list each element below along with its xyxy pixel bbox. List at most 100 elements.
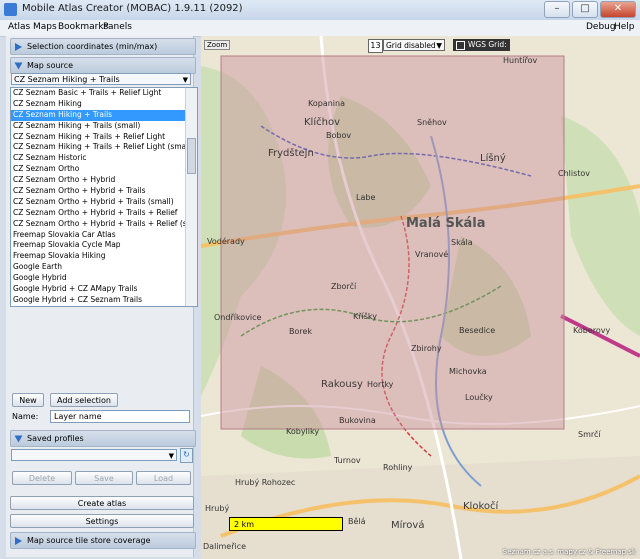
- minimize-button[interactable]: –: [544, 1, 570, 18]
- map-label: Rohliny: [383, 463, 413, 472]
- map-label: Michovka: [449, 367, 487, 376]
- layer-name-input[interactable]: Layer name: [50, 410, 190, 423]
- refresh-icon[interactable]: ↻: [180, 448, 193, 463]
- map-label: Bobov: [326, 131, 352, 140]
- map-label: Koberovy: [573, 326, 611, 335]
- zoom-label[interactable]: Zoom: [204, 40, 231, 50]
- map-source-list[interactable]: CZ Seznam Basic + Trails + Relief Light C…: [10, 87, 198, 307]
- map-label: Rakousy: [321, 379, 363, 390]
- save-profile-button[interactable]: Save: [75, 471, 133, 485]
- map-view[interactable]: Malá Skála Frydštejn Klíčhov Kopanina Bo…: [201, 36, 640, 559]
- chevron-down-icon: ▼: [436, 41, 442, 50]
- map-label: Ondříkovice: [214, 313, 262, 322]
- map-label: Turnov: [334, 456, 361, 465]
- map-source-option[interactable]: CZ Seznam Ortho + Hybrid: [11, 175, 197, 186]
- map-label: Kříšky: [353, 312, 378, 321]
- map-source-option[interactable]: CZ Seznam Hiking + Trails (small): [11, 121, 197, 132]
- map-label: Frydštejn: [268, 148, 314, 159]
- settings-button[interactable]: Settings: [10, 514, 194, 528]
- name-label: Name:: [12, 412, 39, 421]
- collapse-arrow-icon: [14, 62, 23, 69]
- map-label: Malá Skála: [406, 216, 486, 231]
- map-label: Hrubý: [205, 504, 230, 513]
- map-source-option[interactable]: CZ Seznam Ortho + Hybrid + Trails + Reli…: [11, 208, 197, 219]
- map-source-option[interactable]: CZ Seznam Hiking: [11, 99, 197, 110]
- window-title: Mobile Atlas Creator (MOBAC) 1.9.11 (209…: [22, 3, 243, 14]
- app-icon: [4, 3, 17, 16]
- maximize-button[interactable]: □: [572, 1, 598, 18]
- map-source-option[interactable]: Freemap Slovakia Hiking: [11, 251, 197, 262]
- map-source-option[interactable]: Google Hybrid + CZ Seznam Trails: [11, 295, 197, 306]
- title-bar: Mobile Atlas Creator (MOBAC) 1.9.11 (209…: [0, 0, 640, 21]
- map-source-option[interactable]: CZ Seznam Ortho + Hybrid + Trails: [11, 186, 197, 197]
- collapse-arrow-icon: [14, 435, 23, 442]
- map-label: Vodérady: [207, 237, 245, 246]
- selection-rectangle: [220, 55, 565, 430]
- map-label: Kobyliky: [286, 427, 320, 436]
- add-selection-button[interactable]: Add selection: [50, 393, 118, 407]
- delete-profile-button[interactable]: Delete: [12, 471, 72, 485]
- menu-help[interactable]: Help: [614, 22, 635, 32]
- map-label: Bukovina: [339, 416, 376, 425]
- grid-combo[interactable]: Grid disabled ▼: [383, 39, 445, 51]
- new-button[interactable]: New: [12, 393, 44, 407]
- checkbox-icon: [456, 40, 465, 50]
- left-panel: Selection coordinates (min/max) Map sour…: [6, 36, 198, 557]
- list-scrollbar[interactable]: [185, 88, 197, 306]
- map-source-option[interactable]: CZ Seznam Hiking + Trails + Relief Light…: [11, 142, 197, 153]
- menu-bar: Atlas Maps Bookmarks Panels Debug Help: [0, 20, 640, 37]
- load-profile-button[interactable]: Load: [136, 471, 191, 485]
- expand-arrow-icon: [15, 42, 22, 51]
- map-label: Bělá: [348, 517, 366, 526]
- chevron-down-icon: ▼: [182, 76, 188, 84]
- map-source-option[interactable]: Google Earth: [11, 262, 197, 273]
- map-source-option[interactable]: Freemap Slovakia Cycle Map: [11, 240, 197, 251]
- map-label: Kopanina: [308, 99, 345, 108]
- map-label: Skála: [451, 238, 473, 247]
- map-source-header[interactable]: Map source: [10, 57, 196, 74]
- menu-bookmarks[interactable]: Bookmarks: [58, 22, 108, 32]
- menu-maps[interactable]: Maps: [33, 22, 57, 32]
- map-label: Zbirohy: [411, 344, 442, 353]
- create-atlas-button[interactable]: Create atlas: [10, 496, 194, 510]
- map-source-option[interactable]: CZ Seznam Ortho + Hybrid + Trails + Reli…: [11, 219, 197, 230]
- selection-coordinates-header[interactable]: Selection coordinates (min/max): [10, 38, 196, 55]
- map-label: Borek: [289, 327, 313, 336]
- map-label: Líšný: [480, 153, 506, 164]
- menu-panels[interactable]: Panels: [103, 22, 132, 32]
- map-source-option[interactable]: CZ Seznam Hiking + Trails: [11, 109, 197, 121]
- map-label: Mírová: [391, 520, 425, 531]
- map-source-option[interactable]: CZ Seznam Hiking + Trails + Relief Light: [11, 132, 197, 143]
- tile-store-coverage-header[interactable]: Map source tile store coverage: [10, 532, 196, 549]
- scrollbar-thumb[interactable]: [187, 138, 196, 174]
- map-label: Smrčí: [578, 430, 601, 439]
- wgs-grid-toggle[interactable]: WGS Grid:: [453, 39, 510, 51]
- map-label: Klokočí: [463, 501, 499, 512]
- menu-atlas[interactable]: Atlas: [8, 22, 30, 32]
- expand-arrow-icon: [15, 536, 22, 545]
- map-source-option[interactable]: Google Hybrid + CZ AMapy Trails: [11, 284, 197, 295]
- map-source-option[interactable]: Freemap Slovakia Car Atlas: [11, 230, 197, 241]
- map-label: Loučky: [465, 393, 493, 402]
- map-label: Chlistov: [558, 169, 591, 178]
- map-label: Hortky: [367, 380, 394, 389]
- map-source-option[interactable]: CZ Seznam Ortho + Hybrid + Trails (small…: [11, 197, 197, 208]
- saved-profiles-header[interactable]: Saved profiles: [10, 430, 196, 447]
- map-label: Zborčí: [331, 282, 357, 291]
- profile-combo[interactable]: ▼: [11, 449, 177, 461]
- map-source-option[interactable]: CZ Seznam Historic: [11, 153, 197, 164]
- menu-debug[interactable]: Debug: [586, 22, 616, 32]
- scale-bar: 2 km: [229, 517, 343, 531]
- map-label: Hrubý Rohozec: [235, 478, 296, 487]
- map-source-option[interactable]: CZ Seznam Ortho: [11, 164, 197, 175]
- zoom-level-spinner[interactable]: 13: [368, 39, 383, 53]
- map-label: Klíčhov: [304, 117, 340, 128]
- map-source-combo[interactable]: CZ Seznam Hiking + Trails ▼: [11, 73, 191, 85]
- map-label: Dalimeřice: [203, 542, 247, 551]
- map-source-option[interactable]: CZ Seznam Basic + Trails + Relief Light: [11, 88, 197, 99]
- close-button[interactable]: ✕: [600, 1, 636, 18]
- map-label: Besedice: [459, 326, 496, 335]
- map-source-option[interactable]: Google Hybrid: [11, 273, 197, 284]
- map-label: Labe: [356, 193, 376, 202]
- map-label: Sněhov: [417, 118, 447, 127]
